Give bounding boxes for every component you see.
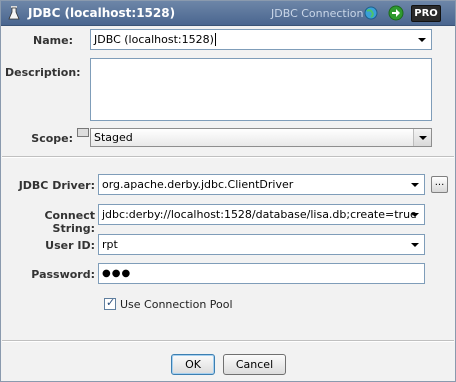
connect-string-field[interactable]: jdbc:derby://localhost:1528/database/lis…	[98, 204, 425, 225]
pro-badge[interactable]: PRO	[411, 5, 441, 22]
chevron-down-icon[interactable]	[418, 38, 426, 42]
driver-label: JDBC Driver:	[18, 179, 95, 192]
scope-dropdown-button[interactable]	[413, 129, 431, 146]
cancel-button[interactable]: Cancel	[223, 354, 286, 375]
scope-select[interactable]: Staged	[90, 128, 432, 147]
password-label: Password:	[31, 268, 95, 281]
password-value: ●●●	[102, 268, 132, 279]
browse-button[interactable]: ...	[431, 176, 448, 193]
description-field[interactable]	[90, 58, 432, 121]
user-id-value: rpt	[102, 238, 118, 251]
chevron-down-icon[interactable]	[411, 243, 419, 247]
beaker-icon	[8, 6, 20, 20]
description-label: Description:	[5, 66, 81, 79]
driver-field[interactable]: org.apache.derby.jdbc.ClientDriver	[98, 174, 425, 195]
ok-button[interactable]: OK	[171, 354, 215, 375]
text-cursor	[214, 33, 216, 46]
name-label: Name:	[33, 34, 73, 47]
dialog-window: JDBC (localhost:1528) JDBC Connection PR…	[0, 0, 456, 382]
section-divider	[2, 156, 454, 158]
name-value: JDBC (localhost:1528)	[94, 33, 214, 46]
name-field[interactable]: JDBC (localhost:1528)	[90, 29, 432, 50]
chevron-down-icon[interactable]	[411, 213, 419, 217]
footer-divider	[2, 340, 454, 342]
title-bar: JDBC (localhost:1528) JDBC Connection PR…	[1, 1, 455, 26]
password-field[interactable]: ●●●	[98, 263, 425, 284]
scope-value: Staged	[94, 131, 133, 144]
driver-value: org.apache.derby.jdbc.ClientDriver	[102, 178, 294, 191]
window-title: JDBC (localhost:1528)	[28, 6, 176, 20]
connect-string-value: jdbc:derby://localhost:1528/database/lis…	[102, 208, 417, 221]
use-connection-pool-label[interactable]: Use Connection Pool	[120, 298, 233, 311]
use-connection-pool-checkbox[interactable]: ✓	[104, 296, 116, 310]
chevron-down-icon[interactable]	[411, 183, 419, 187]
scope-label: Scope:	[31, 132, 73, 145]
chevron-down-icon	[419, 136, 427, 140]
green-arrow-icon[interactable]	[388, 5, 404, 21]
connect-string-label: Connect String:	[44, 209, 95, 235]
keyboard-icon	[77, 128, 89, 137]
checkmark-icon: ✓	[106, 296, 116, 309]
window-subtitle: JDBC Connection	[271, 7, 364, 20]
user-id-field[interactable]: rpt	[98, 234, 425, 255]
user-id-label: User ID:	[45, 239, 95, 252]
globe-icon[interactable]	[364, 6, 378, 20]
